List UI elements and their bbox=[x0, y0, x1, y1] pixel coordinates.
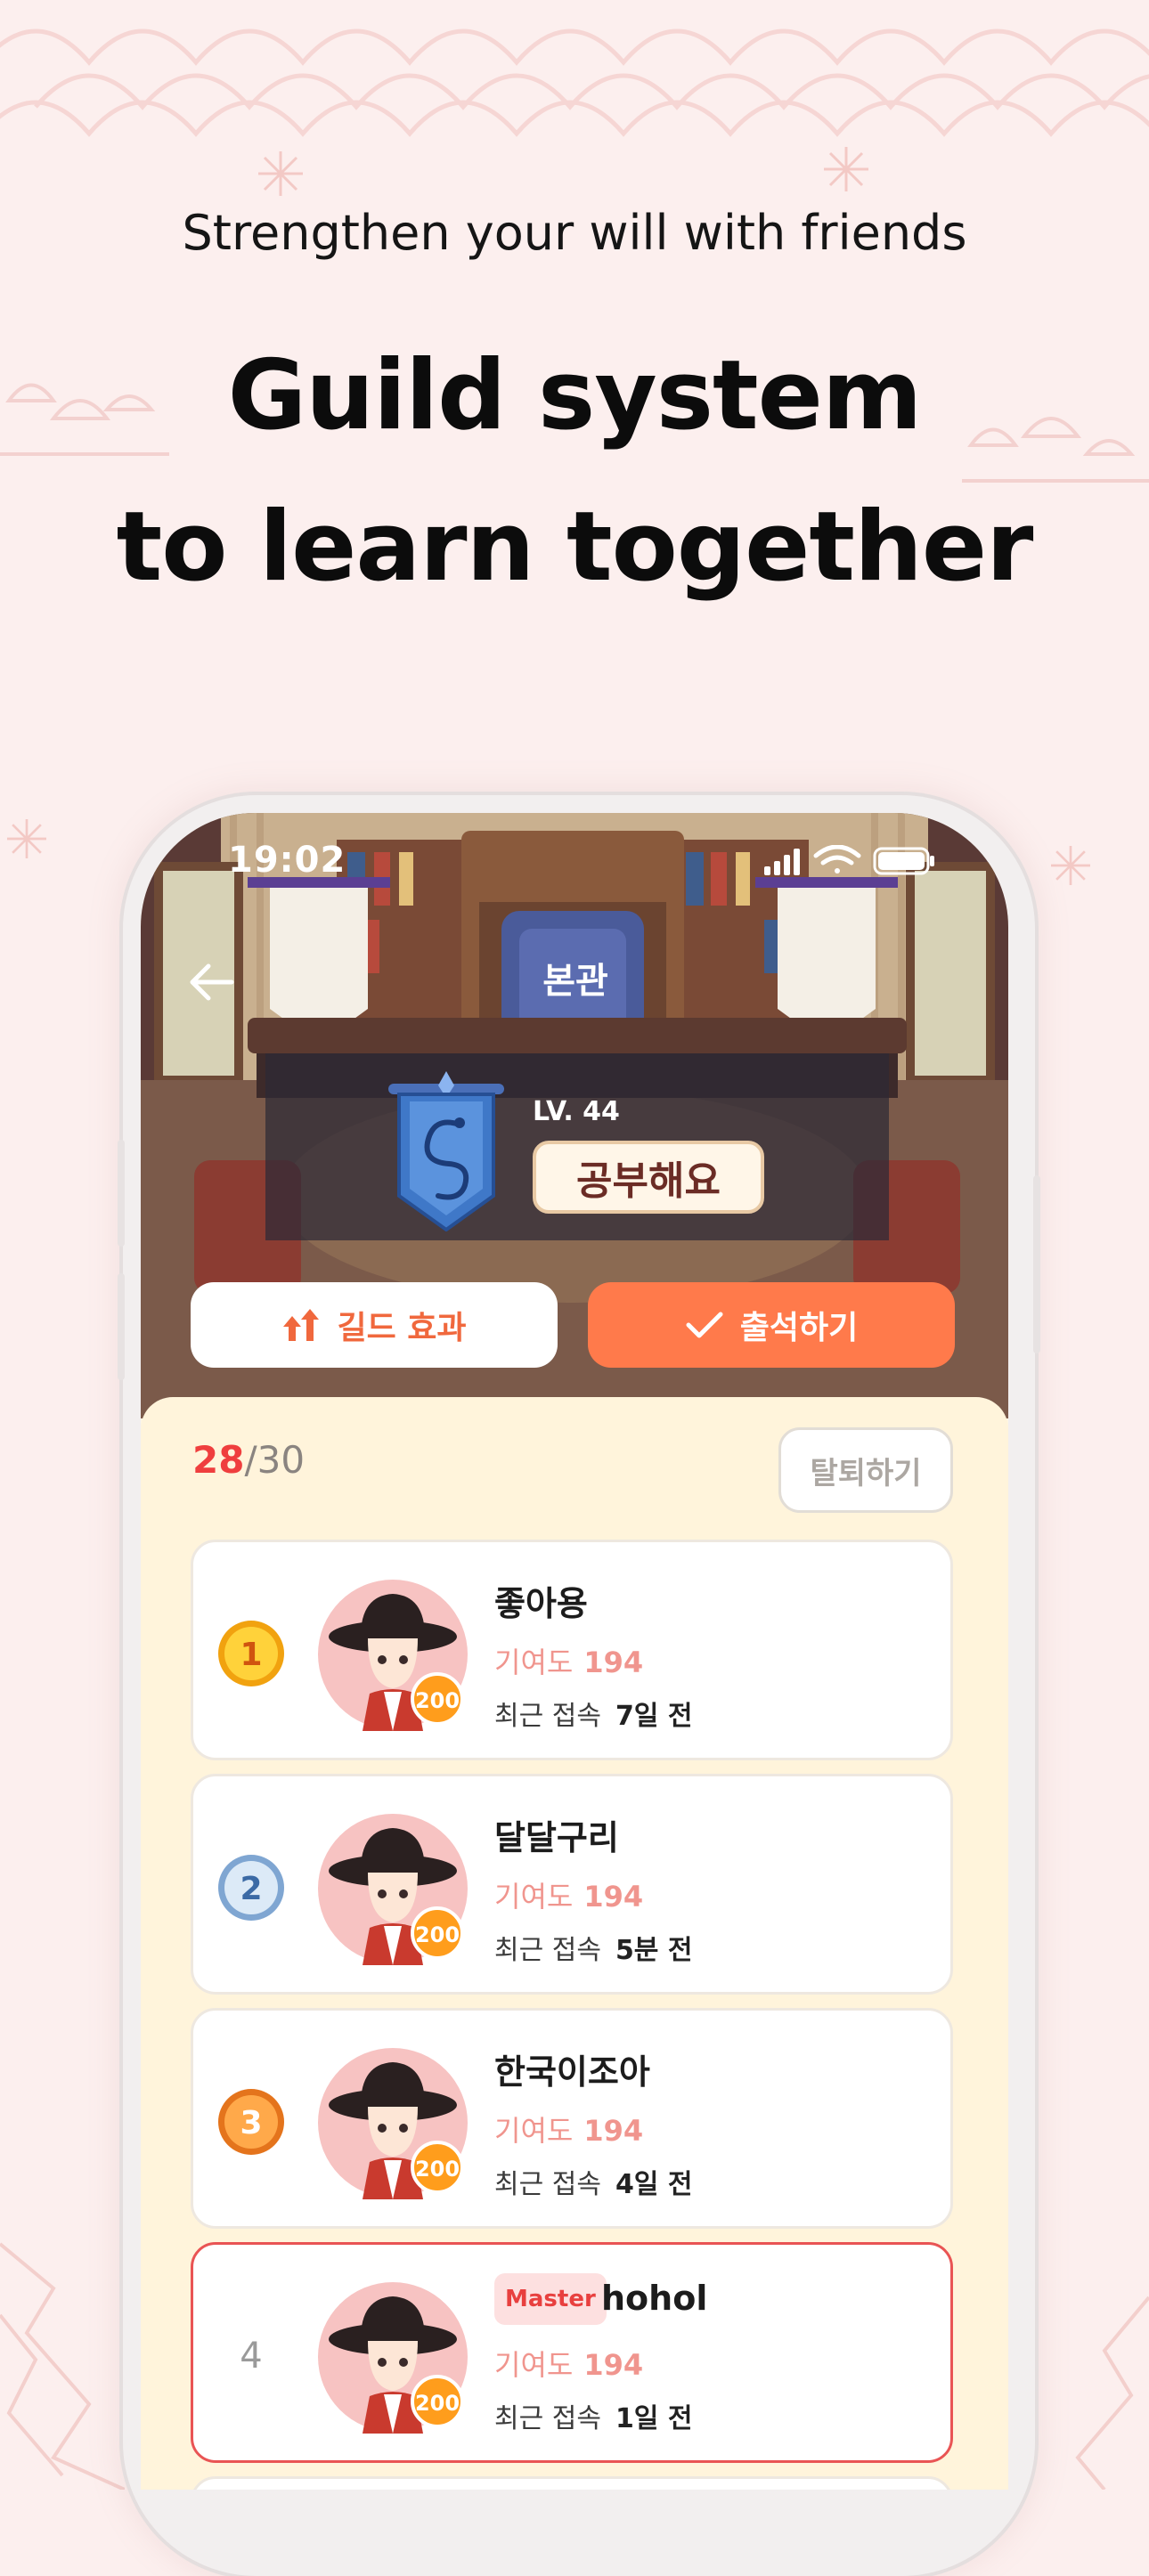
contribution-label: 기여도 bbox=[494, 1880, 574, 1914]
avatar: 200 bbox=[318, 2048, 468, 2199]
headline-line-1: Guild system bbox=[227, 340, 923, 451]
contribution: 기여도 194 bbox=[494, 1874, 643, 1915]
last-access-label: 최근 접속 bbox=[494, 2403, 601, 2434]
master-badge: Master bbox=[494, 2273, 607, 2325]
wave-pattern-decoration bbox=[0, 28, 1149, 137]
contribution: 기여도 194 bbox=[494, 2109, 643, 2149]
rank-number: 3 bbox=[240, 2105, 262, 2141]
last-access-label: 최근 접속 bbox=[494, 2169, 601, 2200]
rank-number: 4 bbox=[240, 2336, 263, 2377]
hall-sign: 본관 bbox=[542, 961, 608, 1002]
last-access: 최근 접속 5분 전 bbox=[494, 1928, 692, 1967]
contribution-value: 194 bbox=[583, 2114, 644, 2148]
last-access-value: 7일 전 bbox=[615, 1701, 693, 1732]
member-name: 좋아용 bbox=[494, 1584, 588, 1623]
guild-level: LV. 44 bbox=[533, 1096, 620, 1127]
last-access-value: 1일 전 bbox=[615, 2403, 693, 2434]
avatar-badge: 200 bbox=[415, 2157, 460, 2182]
contribution-label: 기여도 bbox=[494, 1646, 574, 1679]
avatar: 200 bbox=[318, 2282, 468, 2434]
gold-medal-icon: 1 bbox=[218, 1621, 284, 1686]
phone-side-button bbox=[118, 1273, 125, 1380]
status-icons bbox=[764, 845, 934, 875]
battery-icon bbox=[873, 847, 934, 875]
last-access-label: 최근 접속 bbox=[494, 1935, 601, 1966]
attendance-label: 출석하기 bbox=[739, 1310, 859, 1346]
member-card-master[interactable]: 4 200 Master hohol 기여도 194 최근 접속 1일 전 bbox=[191, 2242, 953, 2463]
headline-line-2: to learn together bbox=[116, 492, 1034, 603]
phone-power-button bbox=[1033, 1175, 1040, 1353]
silver-medal-icon: 2 bbox=[218, 1855, 284, 1921]
wifi-icon bbox=[813, 845, 861, 874]
checkmark-icon bbox=[686, 1312, 723, 1338]
sparkle-decoration bbox=[258, 151, 303, 196]
member-card[interactable]: 3 200 한국이조아 기여도 194 최근 접속 4일 전 bbox=[191, 2008, 953, 2229]
last-access-value: 5분 전 bbox=[615, 1935, 693, 1966]
mountain-decoration-right bbox=[1075, 2296, 1149, 2490]
member-name: hohol bbox=[601, 2279, 708, 2318]
member-count-current: 28 bbox=[192, 1438, 245, 1482]
member-card-partial[interactable] bbox=[191, 2476, 953, 2490]
contribution-label: 기여도 bbox=[494, 2114, 574, 2148]
back-arrow-icon[interactable] bbox=[185, 955, 239, 1009]
contribution-value: 194 bbox=[583, 2348, 644, 2382]
contribution: 기여도 194 bbox=[494, 1640, 643, 1681]
contribution-value: 194 bbox=[583, 1880, 644, 1914]
leave-guild-button[interactable]: 탈퇴하기 bbox=[778, 1427, 953, 1513]
bronze-medal-icon: 3 bbox=[218, 2089, 284, 2155]
level-up-arrows-icon bbox=[283, 1309, 320, 1341]
sparkle-decoration bbox=[7, 819, 46, 858]
last-access-label: 최근 접속 bbox=[494, 1701, 601, 1732]
contribution-value: 194 bbox=[583, 1646, 644, 1679]
app-screen: 19:02 본관 LV. 44 공부해요 길드 효과 출석하기 28/30 탈퇴… bbox=[141, 813, 1008, 2490]
member-card[interactable]: 2 200 달달구리 기여도 194 최근 접속 5분 전 bbox=[191, 1774, 953, 1995]
phone-side-button bbox=[118, 1140, 125, 1247]
status-time: 19:02 bbox=[228, 840, 346, 881]
avatar-badge: 200 bbox=[415, 2391, 460, 2416]
member-card[interactable]: 1 200 좋아용 기여도 194 최근 접속 7일 전 bbox=[191, 1540, 953, 1760]
member-name: 달달구리 bbox=[494, 1818, 619, 1857]
member-count: 28/30 bbox=[192, 1438, 305, 1482]
avatar-badge: 200 bbox=[415, 1922, 460, 1947]
dragon-banner-icon bbox=[388, 1071, 504, 1231]
contribution: 기여도 194 bbox=[494, 2343, 643, 2384]
avatar: 200 bbox=[318, 1580, 468, 1731]
headline: Guild system to learn together bbox=[0, 321, 1149, 623]
last-access: 최근 접속 4일 전 bbox=[494, 2162, 692, 2201]
member-count-total: /30 bbox=[244, 1438, 306, 1482]
last-access: 최근 접속 7일 전 bbox=[494, 1694, 692, 1733]
last-access-value: 4일 전 bbox=[615, 2169, 693, 2200]
signal-icon bbox=[764, 849, 800, 875]
mountain-decoration-left bbox=[0, 2242, 125, 2490]
contribution-label: 기여도 bbox=[494, 2348, 574, 2382]
guild-effect-button[interactable]: 길드 효과 bbox=[191, 1282, 558, 1368]
guild-name: 공부해요 bbox=[533, 1141, 764, 1214]
sparkle-decoration bbox=[824, 147, 868, 191]
guild-effect-label: 길드 효과 bbox=[337, 1310, 467, 1346]
rank-number: 2 bbox=[240, 1871, 262, 1907]
avatar-badge: 200 bbox=[415, 1688, 460, 1713]
attendance-button[interactable]: 출석하기 bbox=[588, 1282, 955, 1368]
sparkle-decoration bbox=[1051, 846, 1090, 885]
avatar: 200 bbox=[318, 1814, 468, 1965]
rank-number: 1 bbox=[240, 1637, 262, 1673]
last-access: 최근 접속 1일 전 bbox=[494, 2396, 692, 2435]
tagline: Strengthen your will with friends bbox=[182, 205, 967, 261]
member-name: 한국이조아 bbox=[494, 2052, 650, 2092]
